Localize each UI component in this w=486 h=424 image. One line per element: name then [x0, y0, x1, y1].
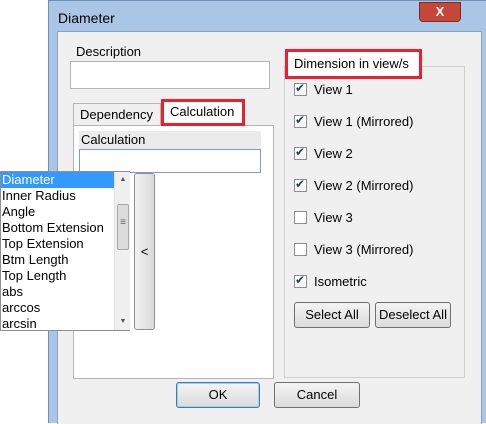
dropdown-option[interactable]: arccos [1, 300, 114, 316]
tab-calculation[interactable]: Calculation [161, 99, 245, 126]
deselect-all-button[interactable]: Deselect All [375, 302, 451, 328]
view-checkbox-label: View 3 (Mirrored) [314, 242, 414, 257]
dropdown-option[interactable]: Diameter [1, 172, 114, 188]
dropdown-option[interactable]: Top Length [1, 268, 114, 284]
close-button[interactable]: X [419, 2, 461, 22]
checkbox-checked-icon[interactable] [294, 113, 307, 128]
grip-icon: ≡ [120, 217, 126, 228]
select-all-button[interactable]: Select All [294, 302, 370, 328]
dropdown-scrollbar[interactable]: ▲ ≡ ▼ [114, 172, 130, 330]
view-checkbox-label: Isometric [314, 274, 367, 289]
dropdown-option[interactable]: abs [1, 284, 114, 300]
checkbox-checked-icon[interactable] [294, 81, 307, 96]
view-checkbox-label: View 1 [314, 82, 353, 97]
view-checkbox-label: View 2 [314, 146, 353, 161]
description-input[interactable] [70, 61, 270, 89]
dropdown-option[interactable]: Inner Radius [1, 188, 114, 204]
dropdown-option[interactable]: Angle [1, 204, 114, 220]
view-checkbox-label: View 2 (Mirrored) [314, 178, 414, 193]
checkbox-checked-icon[interactable] [294, 273, 307, 288]
calculation-input[interactable] [79, 149, 261, 173]
view-checkbox-label: View 3 [314, 210, 353, 225]
checkbox-unchecked-icon[interactable] [294, 243, 307, 256]
scroll-thumb[interactable]: ≡ [117, 204, 129, 250]
ok-button[interactable]: OK [176, 382, 260, 408]
close-icon: X [435, 4, 445, 19]
dropdown-option[interactable]: Bottom Extension [1, 220, 114, 236]
dropdown-option[interactable]: Btm Length [1, 252, 114, 268]
scroll-up-icon[interactable]: ▲ [115, 172, 131, 188]
cancel-button[interactable]: Cancel [274, 382, 360, 408]
calculation-header: Calculation [79, 131, 261, 149]
scroll-down-icon[interactable]: ▼ [115, 314, 131, 330]
insert-field-button[interactable]: < [134, 173, 155, 330]
tab-dependency[interactable]: Dependency [73, 103, 161, 125]
dimension-views-title: Dimension in view/s [285, 49, 422, 79]
checkbox-unchecked-icon[interactable] [294, 211, 307, 224]
checkbox-checked-icon[interactable] [294, 177, 307, 192]
dimension-views-group [284, 66, 465, 378]
checkbox-checked-icon[interactable] [294, 145, 307, 160]
dropdown-option[interactable]: Top Extension [1, 236, 114, 252]
field-dropdown-list[interactable]: Diameter Inner Radius Angle Bottom Extensio… [0, 171, 130, 331]
dropdown-option[interactable]: arcsin [1, 316, 114, 332]
description-label: Description [76, 44, 142, 59]
window-title: Diameter [58, 10, 115, 26]
view-checkbox-label: View 1 (Mirrored) [314, 114, 414, 129]
